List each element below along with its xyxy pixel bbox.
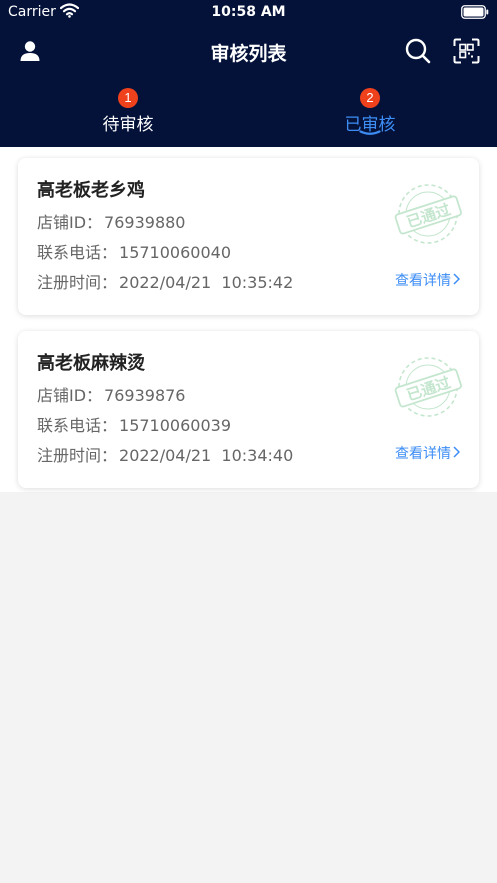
store-id-line: 店铺ID： 76939876: [37, 382, 185, 406]
view-details-label: 查看详情: [395, 446, 451, 462]
tab-badge: 1: [118, 88, 138, 108]
tab-approved[interactable]: 2 已审核: [290, 84, 450, 144]
store-name: 高老板麻辣烫: [37, 353, 145, 374]
phone-value: 15710060040: [119, 243, 231, 262]
store-id-line: 店铺ID： 76939880: [37, 209, 185, 233]
battery-icon: [461, 5, 489, 19]
phone-line: 联系电话： 15710060040: [37, 239, 231, 263]
phone-line: 联系电话： 15710060039: [37, 412, 231, 436]
store-id-value: 76939876: [104, 386, 186, 405]
scan-qr-icon[interactable]: [453, 38, 480, 64]
view-details-link[interactable]: 查看详情: [395, 443, 460, 463]
store-id-value: 76939880: [104, 213, 186, 232]
clock: 10:58 AM: [211, 4, 286, 20]
register-time-value: 2022/04/21 10:34:40: [119, 446, 294, 465]
register-time-line: 注册时间： 2022/04/21 10:34:40: [37, 442, 293, 466]
register-time-value: 2022/04/21 10:35:42: [119, 273, 294, 292]
phone-value: 15710060039: [119, 416, 231, 435]
search-icon[interactable]: [405, 38, 431, 64]
view-details-link[interactable]: 查看详情: [395, 270, 460, 290]
approved-stamp: 已通过: [394, 357, 462, 417]
active-tab-indicator: [359, 130, 381, 135]
store-card[interactable]: 高老板麻辣烫 店铺ID： 76939876 联系电话： 15710060039 注册…: [18, 331, 479, 488]
store-id-label: 店铺ID：: [37, 213, 103, 232]
chevron-right-icon: [453, 273, 460, 285]
store-card[interactable]: 高老板老乡鸡 店铺ID： 76939880 联系电话： 15710060040 注册…: [18, 158, 479, 315]
tab-bar: 1 待审核 2 已审核: [0, 84, 497, 147]
register-time-label: 注册时间：: [37, 273, 118, 292]
nav-bar: 审核列表: [0, 26, 497, 78]
tab-label: 待审核: [102, 115, 154, 135]
tab-pending-review[interactable]: 1 待审核: [48, 84, 208, 144]
store-name: 高老板老乡鸡: [37, 180, 145, 201]
phone-label: 联系电话：: [37, 416, 118, 435]
tab-badge: 2: [360, 88, 380, 108]
view-details-label: 查看详情: [395, 273, 451, 289]
store-id-label: 店铺ID：: [37, 386, 103, 405]
status-bar: Carrier 10:58 AM: [0, 0, 497, 26]
approved-stamp: 已通过: [394, 184, 462, 244]
header: Carrier 10:58 AM 审核列表 1 待审核 2 已审核: [0, 0, 497, 147]
chevron-right-icon: [453, 446, 460, 458]
register-time-line: 注册时间： 2022/04/21 10:35:42: [37, 269, 293, 293]
review-list: 高老板老乡鸡 店铺ID： 76939880 联系电话： 15710060040 注册…: [0, 147, 497, 492]
register-time-label: 注册时间：: [37, 446, 118, 465]
phone-label: 联系电话：: [37, 243, 118, 262]
